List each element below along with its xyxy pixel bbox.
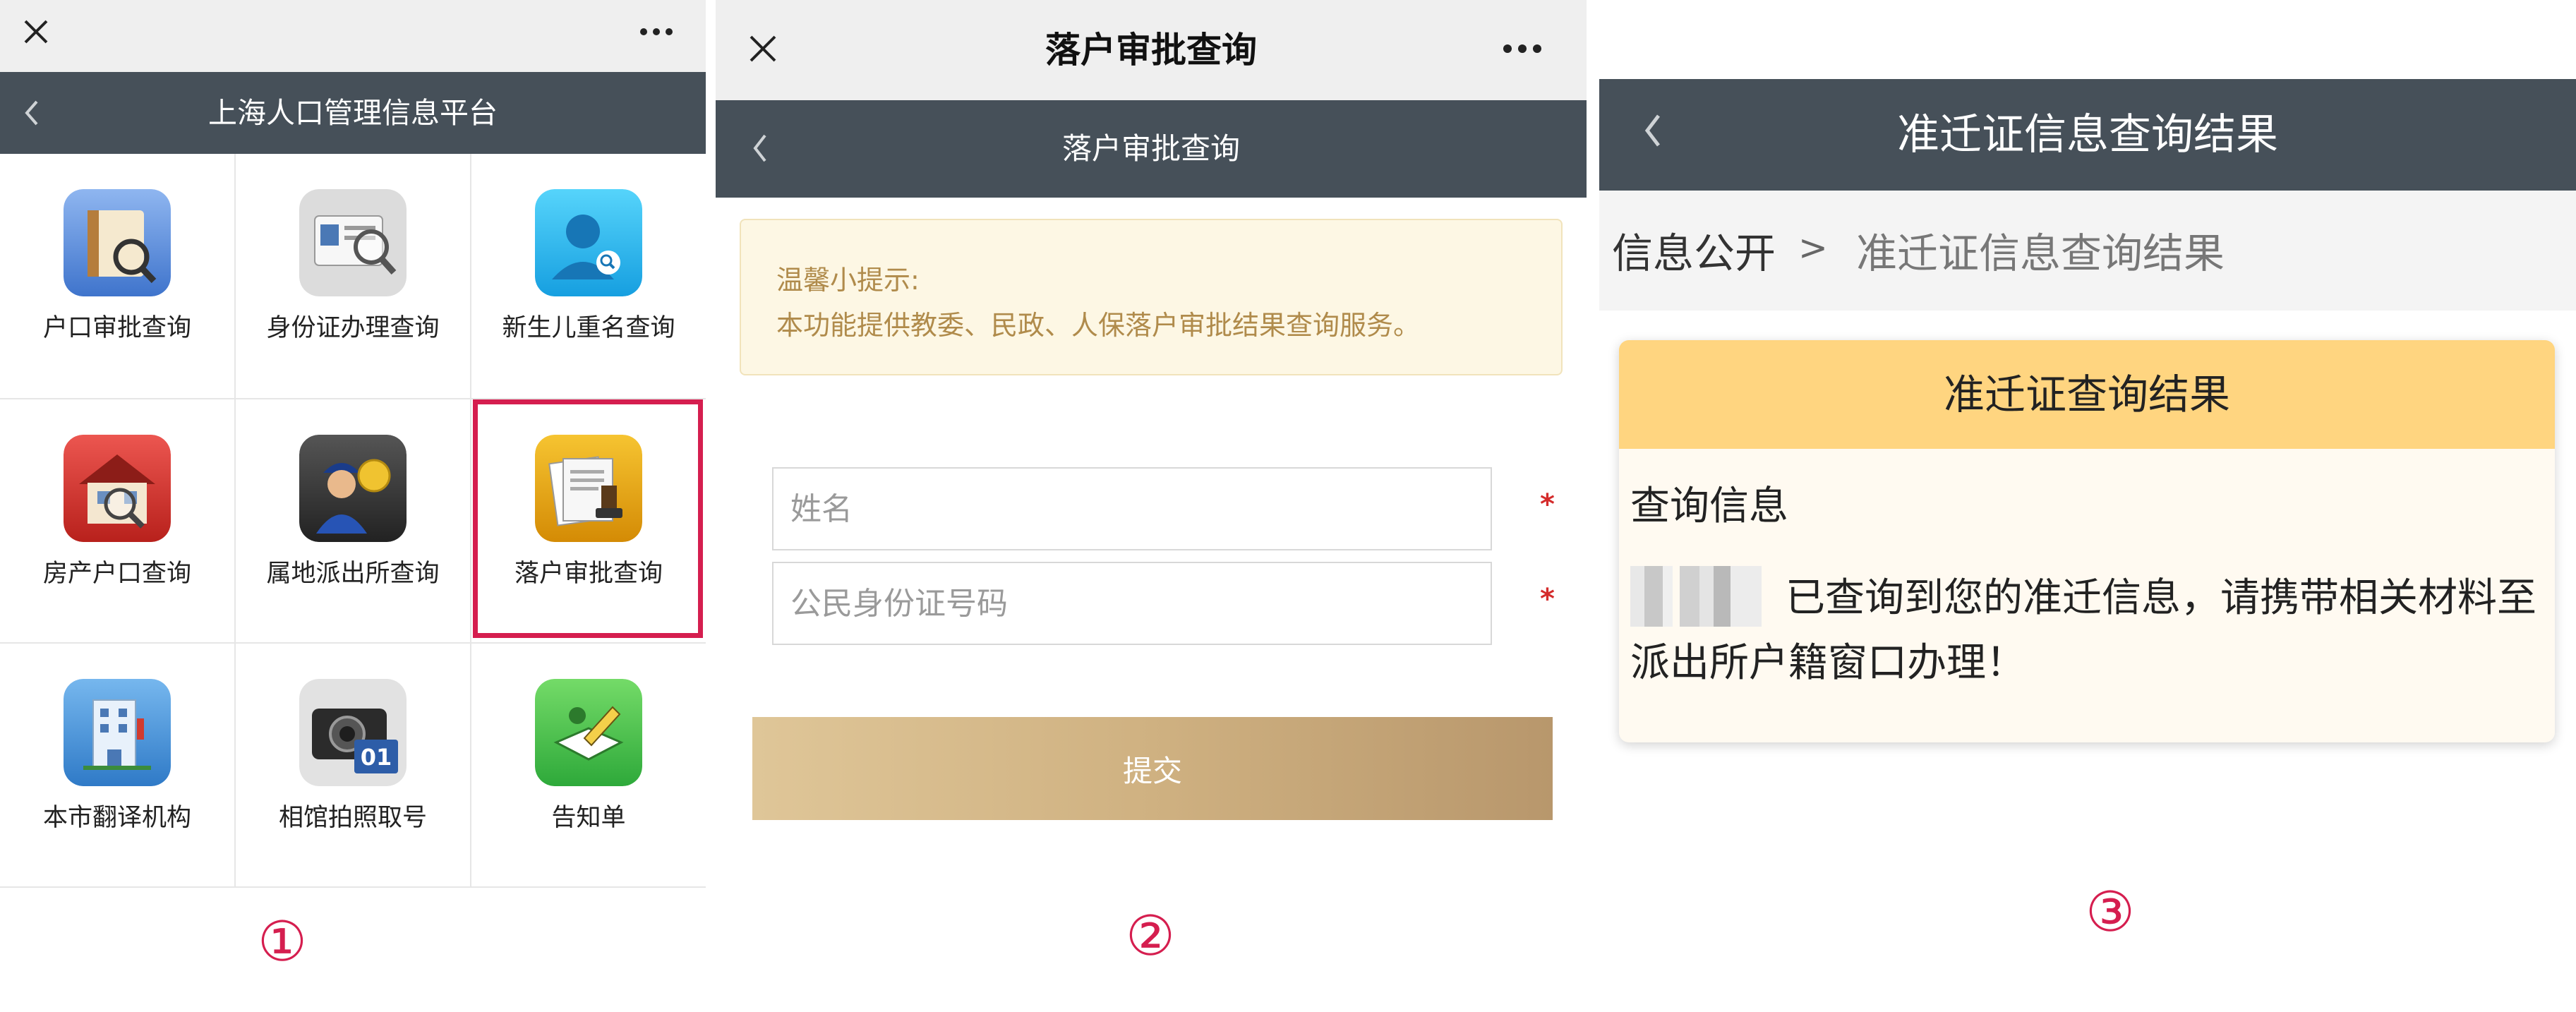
grid-item-label: 新生儿重名查询 — [502, 314, 675, 342]
house-magnifier-icon — [64, 435, 171, 542]
required-mark: * — [1540, 488, 1555, 521]
breadcrumb-current: 准迁证信息查询结果 — [1856, 229, 2225, 277]
more-icon[interactable] — [635, 14, 678, 49]
required-mark: * — [1540, 583, 1555, 615]
id-number-field — [772, 562, 1492, 645]
tip-title: 温馨小提示: — [776, 265, 920, 296]
submit-button[interactable]: 提交 — [752, 717, 1553, 820]
grid-item-label: 本市翻译机构 — [42, 804, 191, 832]
page-title: 落户审批查询 — [1061, 131, 1240, 166]
blurred-name — [1630, 566, 1776, 627]
highlight-box — [473, 399, 703, 638]
grid-item-hukou-approval[interactable]: 户口审批查询 — [0, 154, 234, 398]
window-top-bar — [0, 0, 706, 72]
breadcrumb-separator: > — [1798, 227, 1828, 268]
card-subtitle: 查询信息 — [1630, 483, 1788, 529]
step-number: ② — [1126, 905, 1175, 968]
police-officer-icon — [299, 435, 407, 542]
camera-number-icon: 01 — [299, 679, 407, 786]
grid-item-label: 告知单 — [551, 804, 626, 832]
building-icon — [64, 679, 171, 786]
panel-query-result: 准迁证信息查询结果 信息公开 > 准迁证信息查询结果 准迁证查询结果 查询信息 … — [1599, 0, 2576, 1012]
service-grid: 户口审批查询 身份证办理查询 新生儿重名查询 房产户口查询 属地派出所查询 落户… — [0, 154, 706, 888]
card-message: 已查询到您的准迁信息，请携带相关材料至派出所户籍窗口办理！ — [1630, 566, 2541, 696]
grid-item-label: 属地派出所查询 — [266, 560, 440, 588]
page-title: 上海人口管理信息平台 — [208, 96, 498, 130]
grid-item-label: 房产户口查询 — [42, 560, 191, 588]
close-icon[interactable] — [18, 14, 54, 49]
grid-item-notice[interactable]: 告知单 — [471, 644, 706, 888]
name-field — [772, 467, 1492, 550]
grid-item-label: 相馆拍照取号 — [278, 804, 427, 832]
id-card-magnifier-icon — [299, 189, 407, 296]
card-title: 准迁证查询结果 — [1619, 340, 2555, 449]
tip-text: 本功能提供教委、民政、人保落户审批结果查询服务。 — [776, 310, 1421, 341]
grid-item-translation[interactable]: 本市翻译机构 — [0, 644, 234, 888]
panel-platform-home: 上海人口管理信息平台 户口审批查询 身份证办理查询 新生儿重名查询 房产户口查询… — [0, 0, 706, 1012]
name-input[interactable] — [774, 469, 1491, 549]
notice-pen-icon — [535, 679, 642, 786]
page-title: 准迁证信息查询结果 — [1897, 110, 2278, 159]
result-card: 准迁证查询结果 查询信息 已查询到您的准迁信息，请携带相关材料至派出所户籍窗口办… — [1619, 340, 2555, 742]
more-icon[interactable] — [1499, 31, 1546, 66]
baby-search-icon — [535, 189, 642, 296]
step-number: ③ — [2086, 881, 2135, 944]
id-number-input[interactable] — [774, 563, 1491, 644]
grid-item-newborn-name[interactable]: 新生儿重名查询 — [471, 154, 706, 398]
step-number: ① — [258, 910, 307, 974]
panel-settle-query: 落户审批查询 落户审批查询 温馨小提示: 本功能提供教委、民政、人保落户审批结果… — [716, 0, 1587, 1012]
grid-item-label: 身份证办理查询 — [266, 314, 440, 342]
grid-item-photo-number[interactable]: 01 相馆拍照取号 — [236, 644, 470, 888]
breadcrumb-root[interactable]: 信息公开 — [1612, 220, 1776, 279]
tip-box: 温馨小提示: 本功能提供教委、民政、人保落户审批结果查询服务。 — [740, 219, 1563, 375]
grid-item-house-hukou[interactable]: 房产户口查询 — [0, 399, 234, 644]
svg-text:01: 01 — [361, 744, 392, 771]
book-magnifier-icon — [64, 189, 171, 296]
grid-item-label: 户口审批查询 — [42, 314, 191, 342]
grid-item-police-station[interactable]: 属地派出所查询 — [236, 399, 470, 644]
window-title: 落户审批查询 — [1045, 30, 1257, 71]
grid-item-id-card[interactable]: 身份证办理查询 — [236, 154, 470, 398]
